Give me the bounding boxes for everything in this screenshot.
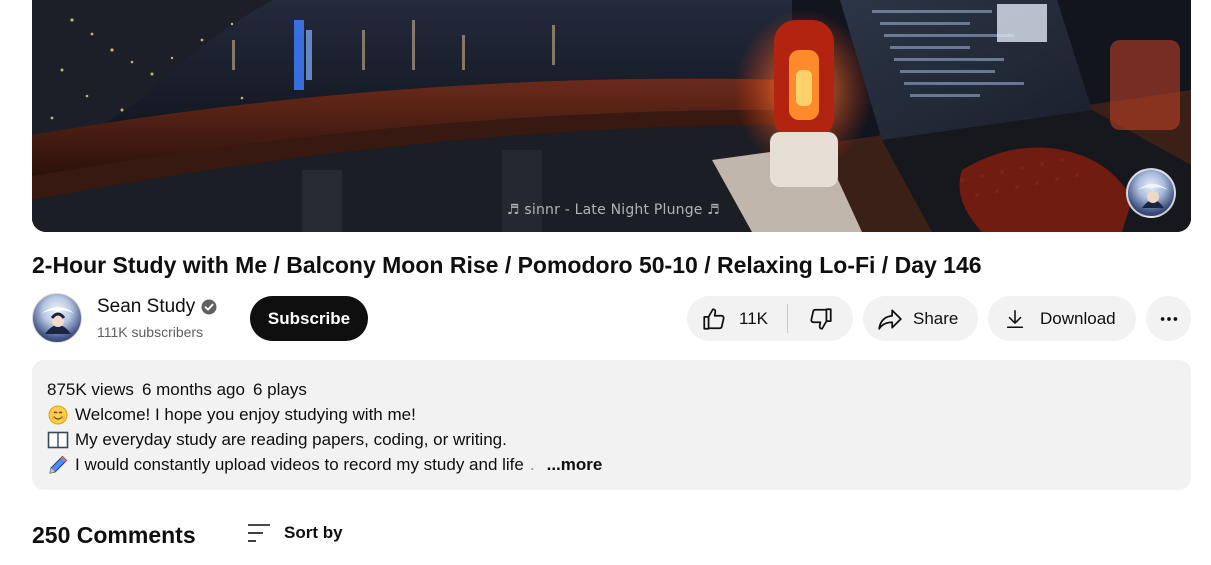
description-box[interactable]: 875K views 6 months ago 6 plays Welcome!… — [32, 360, 1191, 490]
like-dislike-group: 11K — [687, 296, 853, 341]
channel-name-text[interactable]: Sean Study — [97, 296, 195, 318]
dislike-button[interactable] — [788, 296, 853, 341]
description-line-text: Welcome! I hope you enjoy studying with … — [75, 405, 416, 424]
avatar-art-icon — [41, 307, 75, 334]
download-button[interactable]: Download — [988, 296, 1136, 341]
thumbs-down-icon — [809, 307, 832, 330]
like-button[interactable]: 11K — [687, 296, 787, 341]
description-fade-tail: . — [529, 455, 535, 474]
share-button[interactable]: Share — [863, 296, 978, 341]
subscriber-count: 111K subscribers — [97, 324, 204, 340]
video-meta: 875K views 6 months ago 6 plays — [47, 377, 1176, 402]
sort-label: Sort by — [284, 523, 343, 542]
now-playing-caption: ♬ sinnr - Late Night Plunge ♬ — [507, 202, 721, 218]
play-count: 6 plays — [252, 380, 307, 399]
pen-icon — [47, 454, 69, 476]
download-label: Download — [1040, 308, 1116, 328]
share-label: Share — [913, 308, 959, 328]
smiling-face-icon — [47, 404, 69, 426]
more-horizontal-icon — [1160, 316, 1177, 321]
description-line-text: I would constantly upload videos to reco… — [75, 455, 524, 474]
verified-check-icon — [201, 299, 217, 315]
open-book-icon — [47, 429, 69, 451]
description-line: My everyday study are reading papers, co… — [47, 427, 1176, 452]
channel-name[interactable]: Sean Study — [97, 296, 217, 318]
channel-avatar[interactable] — [32, 293, 82, 343]
description-line: Welcome! I hope you enjoy studying with … — [47, 402, 1176, 427]
download-icon — [1006, 309, 1024, 328]
view-count: 875K views — [47, 380, 134, 399]
video-frame — [32, 0, 1191, 232]
description-line: I would constantly upload videos to reco… — [47, 452, 1176, 477]
show-more-link[interactable]: ...more — [547, 452, 603, 477]
description-line-text: My everyday study are reading papers, co… — [75, 430, 507, 449]
video-title: 2-Hour Study with Me / Balcony Moon Rise… — [32, 252, 982, 278]
subscribe-button[interactable]: Subscribe — [250, 296, 368, 341]
sort-lines-icon — [248, 524, 270, 542]
comments-count: 250 Comments — [32, 522, 196, 548]
share-arrow-icon — [878, 308, 902, 330]
like-count: 11K — [739, 308, 768, 328]
sort-comments-button[interactable]: Sort by — [246, 521, 343, 545]
thumbs-up-icon — [703, 307, 725, 330]
video-player[interactable]: ♬ sinnr - Late Night Plunge ♬ — [32, 0, 1191, 232]
upload-date: 6 months ago — [141, 380, 245, 399]
channel-watermark[interactable] — [1126, 168, 1176, 218]
more-actions-button[interactable] — [1146, 296, 1191, 341]
